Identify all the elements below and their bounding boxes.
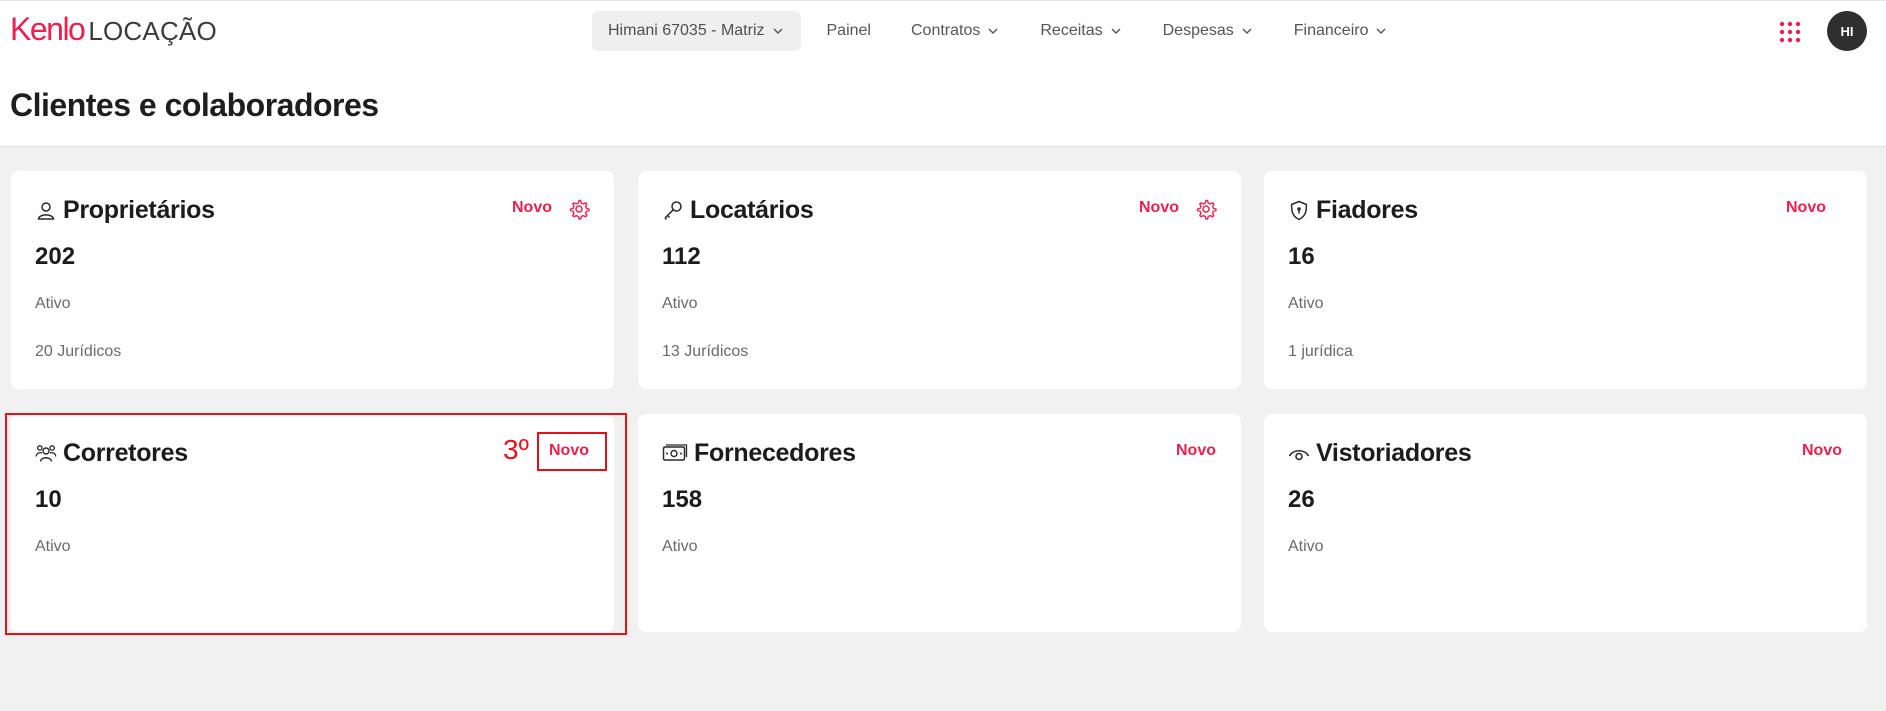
- card-count: 26: [1288, 486, 1315, 513]
- card-fornecedores[interactable]: Fornecedores Novo 158 Ativo: [638, 414, 1241, 632]
- nav-receitas[interactable]: Receitas: [1022, 11, 1140, 51]
- branch-label: Himani 67035 - Matriz: [608, 22, 765, 39]
- nav-contratos[interactable]: Contratos: [893, 11, 1018, 51]
- chevron-down-icon: [1240, 24, 1254, 38]
- card-vistoriadores[interactable]: Vistoriadores Novo 26 Ativo: [1264, 414, 1867, 632]
- card-count: 10: [35, 486, 62, 513]
- card-header: Fornecedores: [662, 436, 856, 470]
- card-status: Ativo: [662, 295, 698, 312]
- card-status: Ativo: [662, 538, 698, 555]
- card-subtext: 1 jurídica: [1288, 343, 1353, 360]
- card-header: Proprietários: [35, 193, 215, 227]
- nav-label: Financeiro: [1293, 22, 1369, 39]
- eye-icon: [1288, 442, 1310, 464]
- new-proprietario-button[interactable]: Novo: [512, 199, 552, 217]
- apps-grid-icon[interactable]: [1778, 20, 1802, 44]
- card-status: Ativo: [1288, 295, 1324, 312]
- main-nav: Himani 67035 - Matriz Painel Contratos R…: [592, 11, 1410, 51]
- nav-label: Painel: [826, 22, 871, 39]
- card-header: Locatários: [662, 193, 814, 227]
- branch-selector[interactable]: Himani 67035 - Matriz: [592, 11, 801, 51]
- card-title: Locatários: [690, 195, 814, 224]
- card-locatarios[interactable]: Locatários Novo 112 Ativo 13 Jurídicos: [638, 171, 1241, 389]
- shield-icon: [1288, 199, 1310, 221]
- nav-financeiro[interactable]: Financeiro: [1276, 11, 1407, 51]
- card-subtext: 13 Jurídicos: [662, 343, 749, 360]
- new-vistoriador-button[interactable]: Novo: [1802, 442, 1842, 460]
- card-status: Ativo: [35, 295, 71, 312]
- new-fornecedor-button[interactable]: Novo: [1176, 442, 1216, 460]
- card-count: 16: [1288, 243, 1315, 270]
- chevron-down-icon: [986, 24, 1000, 38]
- key-icon: [662, 199, 684, 221]
- gear-icon[interactable]: [1195, 198, 1217, 220]
- nav-label: Contratos: [910, 22, 981, 39]
- person-icon: [35, 199, 57, 221]
- card-title: Vistoriadores: [1316, 438, 1472, 467]
- card-count: 202: [35, 243, 76, 270]
- card-title: Fornecedores: [694, 438, 856, 467]
- kenlo-logo[interactable]: Kenlo LOCAÇÃO: [10, 11, 217, 51]
- user-avatar[interactable]: HI: [1827, 11, 1867, 51]
- card-status: Ativo: [1288, 538, 1324, 555]
- page-title: Clientes e colaboradores: [10, 87, 379, 123]
- step-label: 3º: [503, 434, 529, 465]
- logo-product: LOCAÇÃO: [88, 16, 217, 46]
- card-subtext: 20 Jurídicos: [35, 343, 122, 360]
- card-fiadores[interactable]: Fiadores Novo 16 Ativo 1 jurídica: [1264, 171, 1867, 389]
- card-header: Fiadores: [1288, 193, 1418, 227]
- card-status: Ativo: [35, 538, 71, 555]
- new-corretor-button[interactable]: Novo: [549, 442, 589, 460]
- money-icon: [662, 442, 688, 464]
- top-bar: Kenlo LOCAÇÃO Himani 67035 - Matriz Pain…: [0, 0, 1886, 147]
- card-count: 158: [662, 486, 703, 513]
- gear-icon[interactable]: [568, 198, 590, 220]
- chevron-down-icon: [1374, 24, 1388, 38]
- card-title: Corretores: [63, 438, 188, 467]
- people-icon: [35, 442, 57, 464]
- new-locatario-button[interactable]: Novo: [1139, 199, 1179, 217]
- nav-despesas[interactable]: Despesas: [1145, 11, 1272, 51]
- card-count: 112: [662, 243, 701, 270]
- card-header: Vistoriadores: [1288, 436, 1472, 470]
- chevron-down-icon: [1109, 24, 1123, 38]
- card-title: Fiadores: [1316, 195, 1418, 224]
- nav-painel[interactable]: Painel: [809, 11, 889, 51]
- new-fiador-button[interactable]: Novo: [1786, 199, 1826, 217]
- chevron-down-icon: [771, 24, 785, 38]
- card-proprietarios[interactable]: Proprietários Novo 202 Ativo 20 Jurídico…: [11, 171, 614, 389]
- nav-label: Receitas: [1040, 22, 1103, 39]
- nav-label: Despesas: [1162, 22, 1234, 39]
- card-header: Corretores: [35, 436, 188, 470]
- logo-brand: Kenlo: [10, 11, 86, 47]
- card-title: Proprietários: [63, 195, 215, 224]
